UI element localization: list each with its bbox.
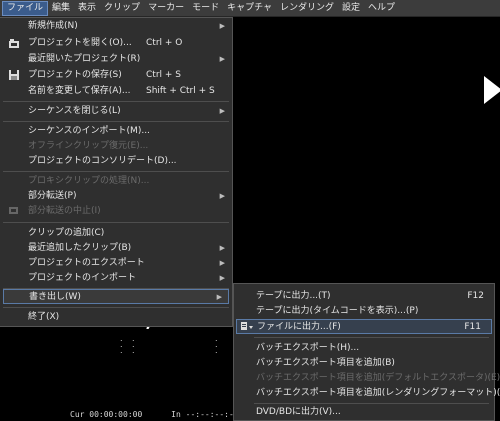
menu-item-partial-transfer-stop: 部分転送の中止(I) (0, 204, 231, 219)
cur-label: Cur (70, 410, 85, 419)
separator (254, 403, 489, 404)
menu-item-proxy: プロキシクリップの処理(N)... (28, 176, 150, 186)
in-value: --:--:--:-- (185, 410, 239, 419)
submenu-item-batch-export[interactable]: バッチエクスポート(H)... (234, 341, 494, 356)
menu-item-open[interactable]: プロジェクトを開く(O)... Ctrl + O (0, 36, 231, 51)
menu-item-add-clip[interactable]: クリップの追加(C) (0, 226, 231, 241)
menu-edit[interactable]: 編集 (48, 0, 74, 16)
file-export-icon (241, 322, 253, 330)
submenu-arrow-icon: ▶ (219, 55, 225, 63)
separator (254, 337, 489, 338)
separator (3, 171, 229, 172)
menu-help[interactable]: ヘルプ (364, 0, 399, 16)
menu-item-partial-transfer[interactable]: 部分転送(P) ▶ (0, 189, 231, 204)
dots-decoration: ... (132, 334, 135, 355)
separator (3, 121, 229, 122)
menubar: ファイル 編集 表示 クリップ マーカー モード キャプチャ レンダリング 設定… (0, 0, 500, 17)
separator (3, 101, 229, 102)
play-arrow-icon (484, 76, 500, 104)
in-label: In (171, 410, 181, 419)
separator (3, 222, 229, 223)
menu-mode[interactable]: モード (188, 0, 223, 16)
submenu-arrow-icon: ▶ (219, 192, 225, 200)
menu-file[interactable]: ファイル (2, 0, 49, 16)
submenu-item-batch-add-default: バッチエクスポート項目を追加(デフォルトエクスポータ)(E) (256, 373, 500, 383)
submenu-arrow-icon: ▶ (219, 22, 225, 30)
menu-item-save[interactable]: プロジェクトの保存(S) Ctrl + S (0, 68, 231, 83)
menu-item-write-out[interactable]: 書き出し(W) ▶ (3, 289, 229, 304)
menu-item-export-project[interactable]: プロジェクトのエクスポート ▶ (0, 256, 231, 271)
submenu-item-tape[interactable]: テープに出力...(T) F12 (234, 289, 494, 304)
menu-item-exit[interactable]: 終了(X) (0, 310, 231, 325)
menu-item-import-project[interactable]: プロジェクトのインポート ▶ (0, 271, 231, 286)
open-folder-icon (9, 39, 19, 48)
menu-item-close-sequence[interactable]: シーケンスを閉じる(L) ▶ (0, 104, 231, 119)
dots-decoration: ... (215, 334, 218, 355)
submenu-arrow-icon: ▶ (216, 293, 222, 301)
submenu-item-batch-add-render[interactable]: バッチエクスポート項目を追加(レンダリングフォーマット)(G) (234, 386, 500, 401)
menu-item-save-as[interactable]: 名前を変更して保存(A)... Shift + Ctrl + S (0, 84, 231, 99)
submenu-arrow-icon: ▶ (219, 107, 225, 115)
separator (3, 307, 229, 308)
menu-render[interactable]: レンダリング (276, 0, 338, 16)
menu-item-recent-clips[interactable]: 最近追加したクリップ(B) ▶ (0, 241, 231, 256)
menu-item-consolidate[interactable]: プロジェクトのコンソリデート(D)... (0, 154, 231, 169)
menu-item-new[interactable]: 新規作成(N) ▶ (0, 19, 231, 34)
submenu-item-tape-timecode[interactable]: テープに出力(タイムコードを表示)...(P) (234, 304, 494, 319)
cur-value: 00:00:00:00 (89, 410, 143, 419)
statusbar: Cur 00:00:00:00 In --:--:--:-- (70, 410, 239, 419)
menu-marker[interactable]: マーカー (144, 0, 188, 16)
submenu-arrow-icon: ▶ (219, 244, 225, 252)
menu-item-recent-projects[interactable]: 最近開いたプロジェクト(R) ▶ (0, 52, 231, 67)
menu-view[interactable]: 表示 (74, 0, 100, 16)
menu-item-import-sequence[interactable]: シーケンスのインポート(M)... (0, 124, 231, 139)
menu-capture[interactable]: キャプチャ (223, 0, 276, 16)
submenu-item-dvd-bd[interactable]: DVD/BDに出力(V)... (234, 405, 494, 420)
submenu-arrow-icon: ▶ (219, 259, 225, 267)
submenu-item-batch-add[interactable]: バッチエクスポート項目を追加(B) (234, 356, 494, 371)
dots-decoration: ... (120, 334, 123, 355)
submenu-arrow-icon: ▶ (219, 274, 225, 282)
menu-clip[interactable]: クリップ (100, 0, 144, 16)
file-menu: 新規作成(N) ▶ プロジェクトを開く(O)... Ctrl + O 最近開いたプロ… (0, 17, 233, 327)
menu-settings[interactable]: 設定 (338, 0, 364, 16)
save-disk-icon (9, 70, 19, 80)
submenu-item-file[interactable]: ファイルに出力...(F) F11 (236, 319, 492, 334)
write-out-submenu: テープに出力...(T) F12 テープに出力(タイムコードを表示)...(P) … (233, 283, 500, 421)
menu-item-offline-restore: オフラインクリップ復元(E)... (28, 141, 149, 151)
transfer-stop-icon (9, 207, 18, 214)
